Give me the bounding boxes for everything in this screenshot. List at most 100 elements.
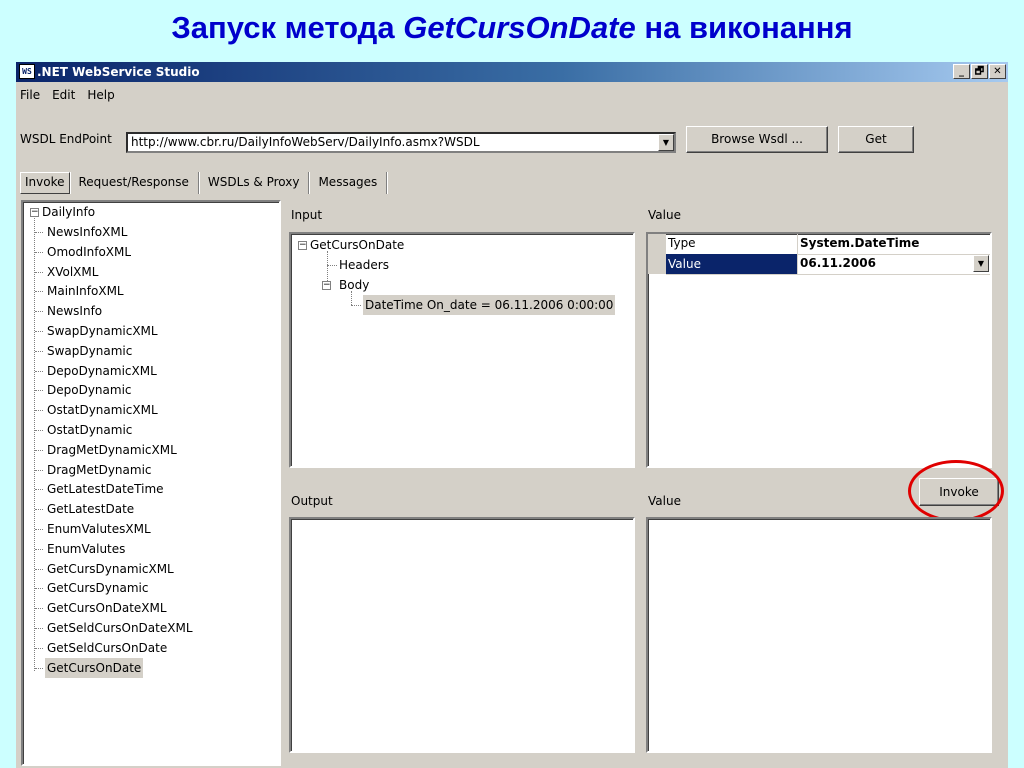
tree-connector bbox=[35, 291, 43, 293]
app-window: WS .NET WebService Studio _ 🗗 ✕ File Edi… bbox=[16, 62, 1008, 768]
output-label: Output bbox=[291, 494, 333, 508]
tree-connector bbox=[35, 430, 43, 431]
tree-item-omodinfoxml[interactable]: OmodInfoXML bbox=[47, 242, 131, 262]
grid-value-type: System.DateTime bbox=[800, 236, 920, 250]
tree-connector bbox=[351, 291, 352, 305]
title-bar[interactable]: WS .NET WebService Studio _ 🗗 ✕ bbox=[16, 62, 1008, 82]
tree-connector bbox=[35, 410, 43, 412]
tree-item-dragmetdynamicxml[interactable]: DragMetDynamicXML bbox=[47, 440, 177, 460]
tree-item-getcursdynamicxml[interactable]: GetCursDynamicXML bbox=[47, 559, 174, 579]
tab-wsdls-proxy[interactable]: WSDLs & Proxy bbox=[199, 172, 310, 194]
tree-connector bbox=[351, 305, 361, 306]
tree-connector bbox=[35, 469, 43, 471]
grid-row-value[interactable]: Value 06.11.2006 ▼ bbox=[666, 254, 990, 275]
tree-connector bbox=[35, 331, 43, 332]
collapse-icon[interactable]: − bbox=[30, 208, 39, 217]
tree-connector bbox=[35, 311, 43, 313]
tree-item-newsinfo[interactable]: NewsInfo bbox=[47, 301, 102, 321]
tree-connector bbox=[35, 251, 43, 253]
grid-key-type: Type bbox=[668, 236, 696, 250]
tree-item-enumvalutes[interactable]: EnumValutes bbox=[47, 539, 125, 559]
tree-connector bbox=[35, 647, 43, 649]
window-title: .NET WebService Studio bbox=[37, 65, 200, 79]
wsdl-endpoint-combo[interactable]: http://www.cbr.ru/DailyInfoWebServ/Daily… bbox=[126, 132, 676, 153]
tree-item-getcursondate[interactable]: GetCursOnDate bbox=[45, 657, 144, 678]
tree-item-getseldcursondatexml[interactable]: GetSeldCursOnDateXML bbox=[47, 618, 193, 638]
tree-item-enumvalutesxml[interactable]: EnumValutesXML bbox=[47, 519, 151, 539]
tree-connector bbox=[35, 350, 43, 352]
method-tree[interactable]: − DailyInfo NewsInfoXML OmodInfoXML XVolXM… bbox=[21, 200, 281, 766]
tree-item-depodynamic[interactable]: DepoDynamic bbox=[47, 380, 132, 400]
input-headers[interactable]: Headers bbox=[339, 255, 389, 275]
tab-invoke[interactable]: Invoke bbox=[20, 172, 70, 194]
grid-key-value: Value bbox=[666, 254, 797, 274]
tree-item-getseldcursondate[interactable]: GetSeldCursOnDate bbox=[47, 638, 167, 658]
slide-title-suffix: на виконання bbox=[635, 10, 853, 45]
output-tree[interactable] bbox=[289, 517, 635, 753]
tree-connector bbox=[35, 271, 43, 273]
input-label: Input bbox=[291, 208, 323, 222]
tree-item-getcursdynamic[interactable]: GetCursDynamic bbox=[47, 578, 148, 598]
grid-row-type[interactable]: Type System.DateTime bbox=[666, 234, 990, 255]
tree-item-ostatdynamicxml[interactable]: OstatDynamicXML bbox=[47, 400, 158, 420]
tree-connector bbox=[35, 509, 43, 511]
tree-item-newsinfoxml[interactable]: NewsInfoXML bbox=[47, 222, 127, 242]
tree-connector bbox=[35, 449, 43, 451]
tree-item-maininfoxml[interactable]: MainInfoXML bbox=[47, 281, 124, 301]
input-tree[interactable]: − GetCursOnDate Headers − Body DateTime … bbox=[289, 232, 635, 468]
tree-item-getlatestdatetime[interactable]: GetLatestDateTime bbox=[47, 479, 164, 499]
tab-request-response[interactable]: Request/Response bbox=[70, 172, 199, 194]
tree-item-swapdynamicxml[interactable]: SwapDynamicXML bbox=[47, 321, 158, 341]
restore-button[interactable]: 🗗 bbox=[971, 64, 988, 79]
tree-connector bbox=[35, 628, 43, 629]
tree-connector bbox=[35, 529, 43, 530]
grid-row-header bbox=[648, 234, 666, 274]
tree-item-getlatestdate[interactable]: GetLatestDate bbox=[47, 499, 134, 519]
tree-item-xvolxml[interactable]: XVolXML bbox=[47, 262, 98, 282]
tree-connector bbox=[35, 370, 43, 372]
tree-connector bbox=[34, 218, 35, 671]
get-button[interactable]: Get bbox=[838, 126, 914, 153]
tree-item-swapdynamic[interactable]: SwapDynamic bbox=[47, 341, 132, 361]
slide-title-prefix: Запуск метода bbox=[171, 10, 404, 45]
tree-connector bbox=[35, 548, 43, 550]
slide-title: Запуск метода GetCursOnDate на виконання bbox=[0, 10, 1024, 46]
chevron-down-icon[interactable]: ▼ bbox=[658, 134, 674, 151]
collapse-icon[interactable]: − bbox=[298, 241, 307, 250]
browse-wsdl-button[interactable]: Browse Wsdl ... bbox=[686, 126, 828, 153]
output-value-grid[interactable] bbox=[646, 517, 992, 753]
tree-connector bbox=[35, 568, 43, 570]
tree-connector bbox=[35, 588, 43, 590]
tree-root-dailyinfo[interactable]: DailyInfo bbox=[42, 202, 95, 222]
tab-strip: Invoke Request/Response WSDLs & Proxy Me… bbox=[20, 172, 388, 194]
app-icon: WS bbox=[19, 64, 35, 79]
chevron-down-icon[interactable]: ▼ bbox=[973, 255, 989, 272]
wsdl-endpoint-value: http://www.cbr.ru/DailyInfoWebServ/Daily… bbox=[131, 135, 480, 149]
input-body[interactable]: Body bbox=[339, 275, 369, 295]
menu-file[interactable]: File bbox=[20, 86, 40, 104]
highlight-circle bbox=[908, 460, 1004, 522]
input-param-on-date[interactable]: DateTime On_date = 06.11.2006 0:00:00 bbox=[363, 295, 616, 315]
tree-connector bbox=[35, 489, 43, 491]
input-root-getcursondate[interactable]: GetCursOnDate bbox=[310, 235, 404, 255]
tree-connector bbox=[35, 608, 43, 610]
tree-connector bbox=[35, 667, 43, 669]
menu-help[interactable]: Help bbox=[87, 86, 114, 104]
menu-bar: File Edit Help bbox=[16, 86, 115, 104]
value-label-top: Value bbox=[648, 208, 681, 222]
grid-value-date[interactable]: 06.11.2006 bbox=[800, 256, 876, 270]
tree-item-getcursondatexml[interactable]: GetCursOnDateXML bbox=[47, 598, 167, 618]
menu-edit[interactable]: Edit bbox=[52, 86, 75, 104]
wsdl-endpoint-label: WSDL EndPoint bbox=[20, 132, 112, 146]
tree-item-depodynamicxml[interactable]: DepoDynamicXML bbox=[47, 361, 157, 381]
tree-item-dragmetdynamic[interactable]: DragMetDynamic bbox=[47, 460, 152, 480]
collapse-icon[interactable]: − bbox=[322, 281, 331, 290]
tree-connector bbox=[35, 232, 43, 233]
tree-connector bbox=[35, 390, 43, 392]
minimize-button[interactable]: _ bbox=[953, 64, 970, 79]
tree-connector bbox=[327, 265, 337, 266]
value-label-bottom: Value bbox=[648, 494, 681, 508]
tab-messages[interactable]: Messages bbox=[309, 172, 388, 194]
tree-item-ostatdynamic[interactable]: OstatDynamic bbox=[47, 420, 132, 440]
close-button[interactable]: ✕ bbox=[989, 64, 1006, 79]
